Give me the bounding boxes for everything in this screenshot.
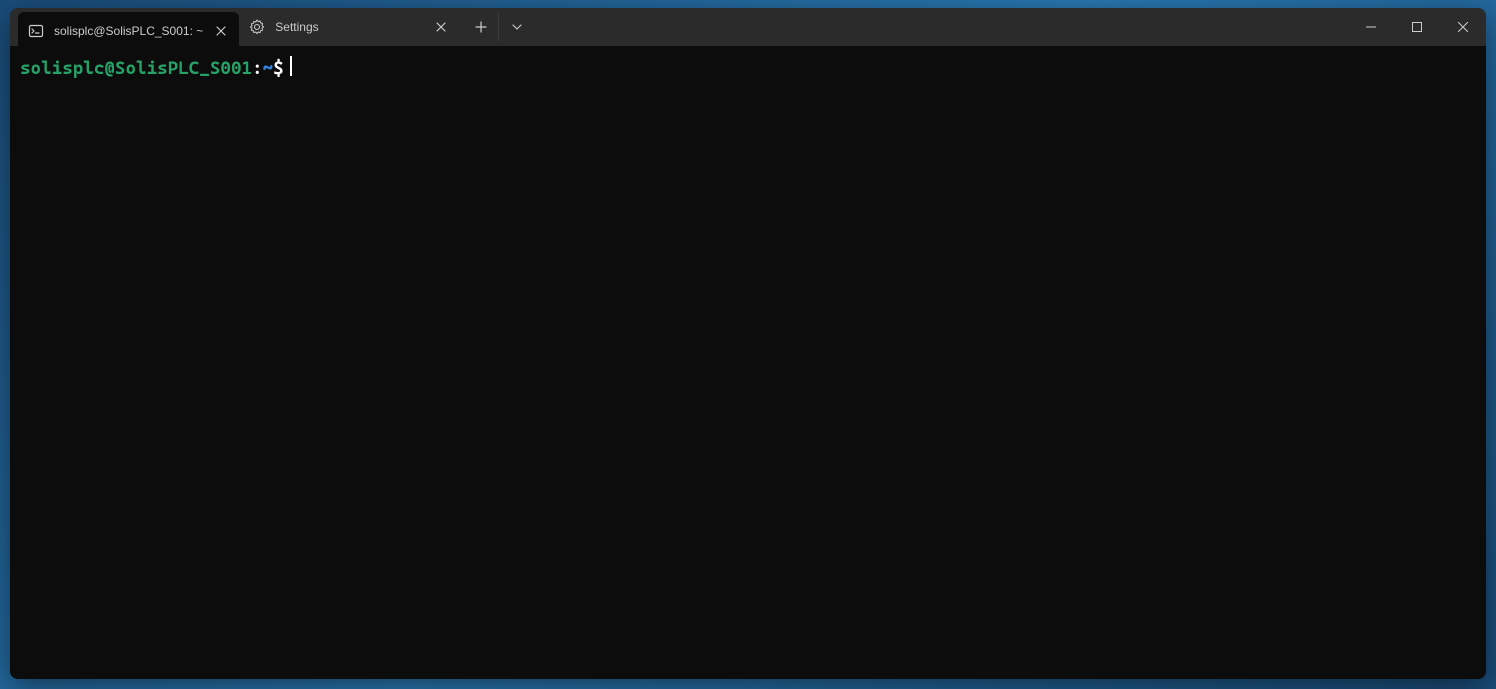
close-button[interactable] — [1440, 8, 1486, 46]
minimize-button[interactable] — [1348, 8, 1394, 46]
tab-title: Settings — [275, 20, 423, 34]
tab-settings[interactable]: Settings — [239, 8, 459, 46]
titlebar-drag-region[interactable] — [535, 8, 1348, 46]
maximize-button[interactable] — [1394, 8, 1440, 46]
window-controls — [1348, 8, 1486, 46]
tab-close-button[interactable] — [213, 23, 229, 39]
tab-title: solisplc@SolisPLC_S001: ~ — [54, 24, 203, 38]
tab-close-button[interactable] — [433, 19, 449, 35]
tab-actions — [459, 8, 535, 46]
prompt-user-host: solisplc@SolisPLC_S001 — [20, 57, 252, 80]
prompt-line: solisplc@SolisPLC_S001:~$ — [20, 54, 1476, 80]
terminal-window: solisplc@SolisPLC_S001: ~ Settings — [10, 8, 1486, 679]
tab-bar: solisplc@SolisPLC_S001: ~ Settings — [10, 8, 459, 46]
tab-terminal[interactable]: solisplc@SolisPLC_S001: ~ — [18, 12, 239, 50]
tab-dropdown-button[interactable] — [499, 13, 535, 41]
new-tab-button[interactable] — [463, 13, 499, 41]
cursor — [290, 56, 292, 76]
gear-icon — [249, 19, 265, 35]
prompt-path: ~ — [263, 57, 274, 80]
prompt-separator: : — [252, 57, 263, 80]
terminal-body[interactable]: solisplc@SolisPLC_S001:~$ — [10, 46, 1486, 679]
titlebar[interactable]: solisplc@SolisPLC_S001: ~ Settings — [10, 8, 1486, 46]
prompt-symbol: $ — [273, 57, 284, 80]
terminal-icon — [28, 23, 44, 39]
